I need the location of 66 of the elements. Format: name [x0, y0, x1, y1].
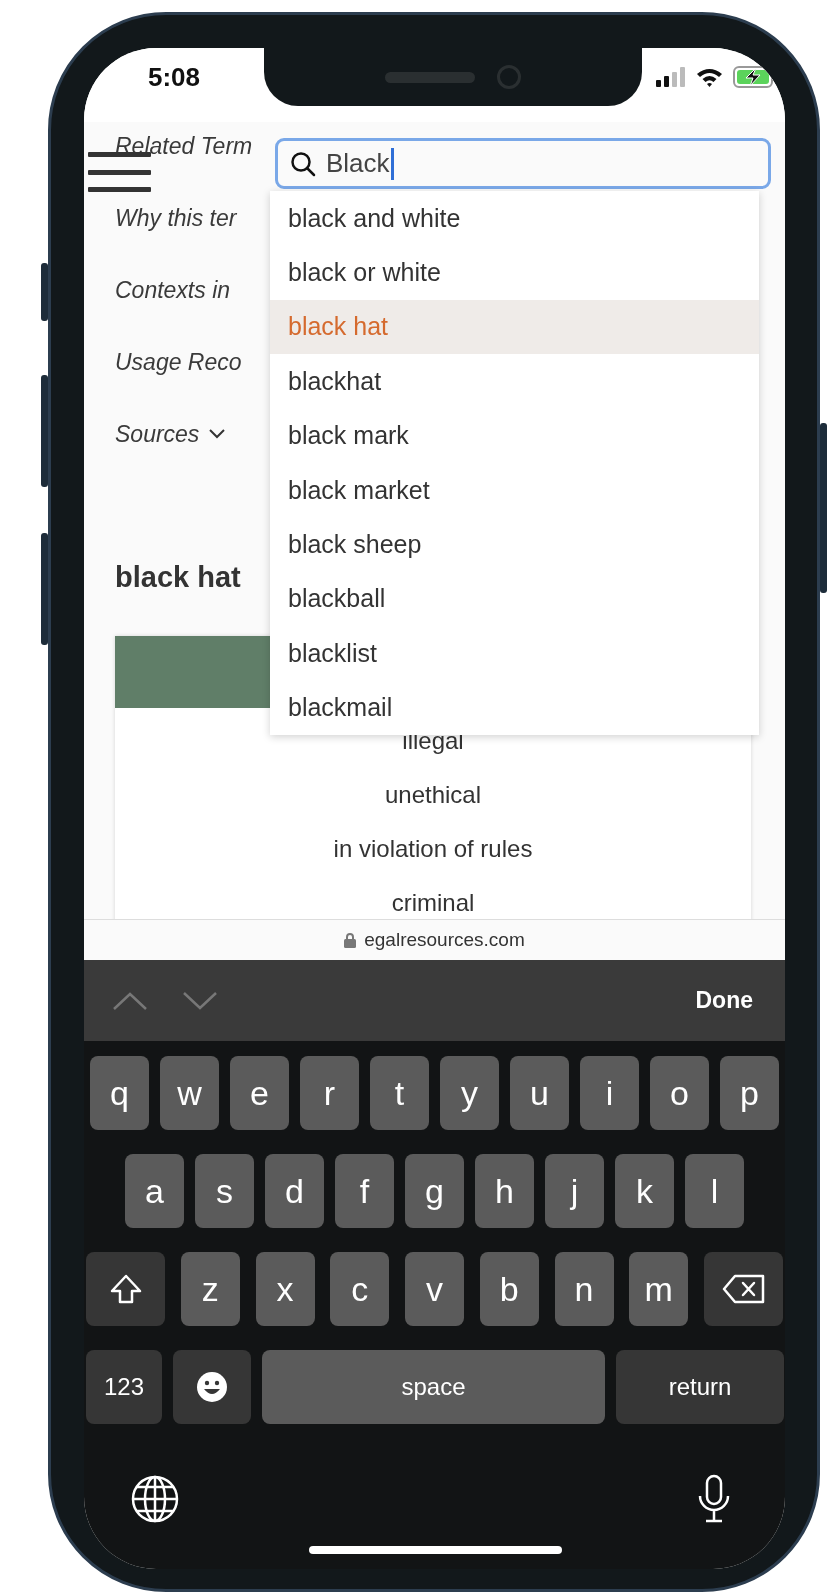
- table-cell-text: unethical: [384, 780, 482, 810]
- return-key[interactable]: return: [616, 1350, 784, 1424]
- key[interactable]: q: [90, 1056, 149, 1130]
- key[interactable]: d: [265, 1154, 324, 1228]
- wifi-icon: [696, 67, 723, 87]
- key[interactable]: k: [615, 1154, 674, 1228]
- suggestion-item[interactable]: blacklist: [270, 626, 759, 681]
- suggestion-item[interactable]: blackhat: [270, 354, 759, 409]
- key[interactable]: j: [545, 1154, 604, 1228]
- delete-key[interactable]: [704, 1252, 783, 1326]
- key[interactable]: c: [330, 1252, 390, 1326]
- key[interactable]: l: [685, 1154, 744, 1228]
- nav-link[interactable]: Contexts in: [115, 266, 231, 314]
- table-cell-text: criminal: [391, 888, 475, 918]
- table-cell-text: in violation of rules: [333, 834, 533, 864]
- shift-key[interactable]: [86, 1252, 165, 1326]
- status-time: 5:08: [147, 61, 200, 93]
- key[interactable]: r: [300, 1056, 359, 1130]
- term-heading: black hat: [115, 559, 241, 595]
- key[interactable]: f: [335, 1154, 394, 1228]
- key[interactable]: u: [510, 1056, 569, 1130]
- suggestion-item[interactable]: black market: [270, 462, 759, 518]
- previous-icon[interactable]: [112, 990, 148, 1011]
- key[interactable]: a: [125, 1154, 184, 1228]
- url-text: egalresources.com: [364, 929, 525, 951]
- key[interactable]: x: [255, 1252, 315, 1326]
- key[interactable]: v: [405, 1252, 464, 1326]
- space-key[interactable]: space: [262, 1350, 605, 1424]
- key[interactable]: m: [629, 1252, 689, 1326]
- numbers-key[interactable]: 123: [86, 1350, 162, 1424]
- shift-icon: [108, 1273, 143, 1305]
- text-cursor: [390, 147, 394, 180]
- signal-icon: [656, 67, 686, 87]
- suggestion-item[interactable]: blackmail: [270, 680, 759, 735]
- key[interactable]: i: [580, 1056, 639, 1130]
- menu-icon[interactable]: [88, 152, 151, 192]
- key[interactable]: w: [160, 1056, 219, 1130]
- nav-link[interactable]: Why this ter: [115, 194, 237, 242]
- backspace-icon: [721, 1274, 766, 1304]
- smiley-icon: [196, 1371, 228, 1403]
- emoji-key[interactable]: [173, 1350, 251, 1424]
- suggestion-item[interactable]: black or white: [270, 245, 759, 300]
- next-icon[interactable]: [182, 990, 218, 1011]
- suggestion-item[interactable]: black sheep: [270, 517, 759, 572]
- search-field[interactable]: Black: [275, 138, 771, 189]
- key[interactable]: b: [479, 1252, 539, 1326]
- key[interactable]: o: [650, 1056, 709, 1130]
- key[interactable]: s: [195, 1154, 254, 1228]
- suggestion-item[interactable]: blackball: [270, 571, 759, 627]
- suggestion-item[interactable]: black mark: [270, 408, 759, 463]
- chevron-icon: [209, 429, 226, 439]
- key[interactable]: n: [554, 1252, 614, 1326]
- globe-icon[interactable]: [130, 1474, 180, 1524]
- done-button[interactable]: Done: [691, 983, 757, 1018]
- key[interactable]: y: [440, 1056, 499, 1130]
- suggestion-item[interactable]: black and white: [270, 191, 759, 246]
- key[interactable]: p: [720, 1056, 779, 1130]
- key[interactable]: t: [370, 1056, 429, 1130]
- nav-link[interactable]: Usage Reco: [115, 338, 242, 386]
- key[interactable]: e: [230, 1056, 289, 1130]
- search-icon: [290, 150, 316, 177]
- microphone-icon[interactable]: [697, 1474, 731, 1524]
- key[interactable]: g: [405, 1154, 464, 1228]
- key[interactable]: h: [475, 1154, 534, 1228]
- key[interactable]: z: [180, 1252, 240, 1326]
- sources-toggle[interactable]: Sources: [115, 410, 226, 458]
